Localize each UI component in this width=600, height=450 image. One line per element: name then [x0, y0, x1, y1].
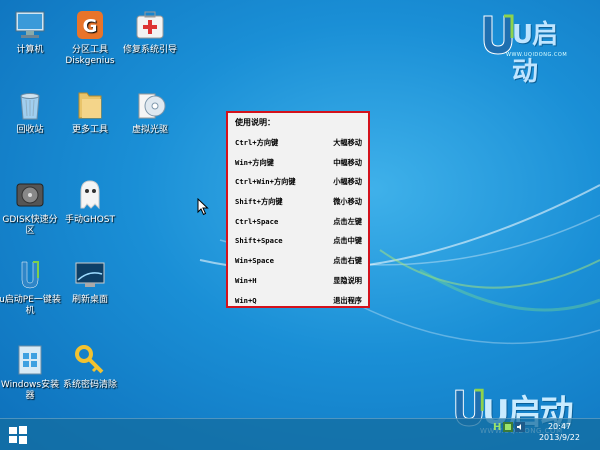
- desktop-icon-label: GDISK快速分区: [2, 215, 58, 236]
- network-icon[interactable]: [503, 422, 514, 432]
- tray-clock[interactable]: 20:47 2013/9/22: [539, 421, 580, 443]
- desktop-icon-more-tools[interactable]: 更多工具: [58, 88, 122, 136]
- help-row: Win+方向键 中幅移动: [235, 155, 362, 175]
- desktop-icon-label: 手动GHOST: [64, 215, 116, 225]
- system-tray: H: [493, 421, 526, 433]
- help-action: 点击中键: [333, 236, 362, 246]
- desktop-icon-label: 分区工具 Diskgenius: [65, 45, 115, 66]
- desktop-icon-label: 回收站: [16, 125, 44, 135]
- help-row: Win+Q 退出程序: [235, 293, 362, 313]
- logo-text: U启动: [512, 20, 558, 87]
- desktop-icon-refresh-desktop[interactable]: 刷新桌面: [58, 258, 122, 306]
- help-key: Shift+方向键: [235, 197, 283, 207]
- help-action: 大幅移动: [333, 138, 362, 147]
- help-key: Win+方向键: [235, 157, 274, 167]
- key-icon: [75, 345, 104, 374]
- ime-indicator[interactable]: H: [493, 422, 501, 433]
- help-action: 退出程序: [333, 295, 362, 305]
- desktop-icon-diskgenius[interactable]: G 分区工具 Diskgenius: [58, 8, 122, 67]
- help-key: Win+Space: [235, 256, 274, 266]
- help-action: 显隐说明: [333, 275, 362, 285]
- help-key: Ctrl+方向键: [235, 138, 279, 147]
- brand-logo: U启动 WWW.UQIDONG.COM: [480, 8, 580, 87]
- help-key: Shift+Space: [235, 236, 283, 246]
- help-key: Ctrl+Space: [235, 216, 279, 226]
- desktop-icon-windows-installer[interactable]: Windows安装器: [0, 343, 62, 402]
- repair-boot-icon: [136, 11, 164, 39]
- virtual-drive-icon: [138, 93, 166, 119]
- help-row: Shift+方向键 微小移动: [235, 194, 362, 214]
- desktop-icon-pe-install[interactable]: u启动PE一键装机: [0, 258, 62, 317]
- windows-installer-icon: [18, 345, 42, 375]
- windows-start-icon[interactable]: [8, 425, 28, 445]
- help-action: 中幅移动: [333, 157, 362, 167]
- help-row: Ctrl+Space 点击左键: [235, 214, 362, 234]
- desktop-icon-computer[interactable]: 计算机: [0, 8, 62, 56]
- clock-time: 20:47: [547, 422, 572, 431]
- desktop-icon-label: 更多工具: [71, 125, 108, 135]
- desktop-icon-label: 计算机: [16, 45, 44, 55]
- pe-install-icon: [21, 261, 39, 289]
- desktop-icon-label: 刷新桌面: [71, 295, 108, 305]
- svg-text:G: G: [83, 16, 98, 37]
- diskgenius-icon: G: [77, 11, 103, 39]
- folder-icon: [78, 92, 102, 119]
- desktop-icon-label: 虚拟光驱: [131, 125, 168, 135]
- computer-icon: [15, 11, 45, 38]
- desktop-icon-label: u启动PE一键装机: [0, 295, 61, 316]
- logo-url: WWW.UQIDONG.COM: [506, 52, 568, 58]
- help-row: Win+Space 点击右键: [235, 253, 362, 273]
- ghost-icon: [80, 180, 100, 210]
- recycle-bin-icon: [20, 93, 40, 120]
- volume-icon[interactable]: [515, 422, 526, 432]
- taskbar: H 20:47 2013/9/22: [0, 418, 600, 450]
- help-row: Shift+Space 点击中键: [235, 233, 362, 253]
- help-action: 小幅移动: [333, 177, 362, 187]
- desktop-icon-label: 修复系统引导: [122, 45, 177, 55]
- help-action: 点击左键: [333, 216, 362, 226]
- help-key: Win+Q: [235, 295, 257, 305]
- desktop-icon-gdisk[interactable]: GDISK快速分区: [0, 178, 62, 237]
- help-title: 使用说明：: [235, 118, 275, 127]
- usage-help-panel: 使用说明： Ctrl+方向键 大幅移动 Win+方向键 中幅移动 Ctrl+Win+…: [226, 111, 370, 308]
- desktop-icon-password-clear[interactable]: 系统密码清除: [58, 343, 122, 391]
- help-key: Win+H: [235, 275, 257, 285]
- desktop-icon-label: 系统密码清除: [62, 380, 117, 390]
- desktop-icon-label: Windows安装器: [0, 380, 60, 401]
- gdisk-icon: [16, 183, 44, 207]
- help-row: Ctrl+Win+方向键 小幅移动: [235, 174, 362, 194]
- help-action: 点击右键: [333, 256, 362, 266]
- desktop-icon-virtual-drive[interactable]: 虚拟光驱: [118, 88, 182, 136]
- refresh-desktop-icon: [75, 262, 105, 287]
- mouse-cursor-icon: [197, 198, 209, 216]
- help-action: 微小移动: [333, 197, 362, 207]
- desktop-icon-ghost[interactable]: 手动GHOST: [58, 178, 122, 226]
- help-key: Ctrl+Win+方向键: [235, 177, 296, 187]
- desktop-icon-repair-boot[interactable]: 修复系统引导: [118, 8, 182, 56]
- help-row: Win+H 显隐说明: [235, 273, 362, 293]
- clock-date: 2013/9/22: [538, 433, 580, 442]
- desktop-icon-recycle-bin[interactable]: 回收站: [0, 88, 62, 136]
- help-row: Ctrl+方向键 大幅移动: [235, 135, 362, 155]
